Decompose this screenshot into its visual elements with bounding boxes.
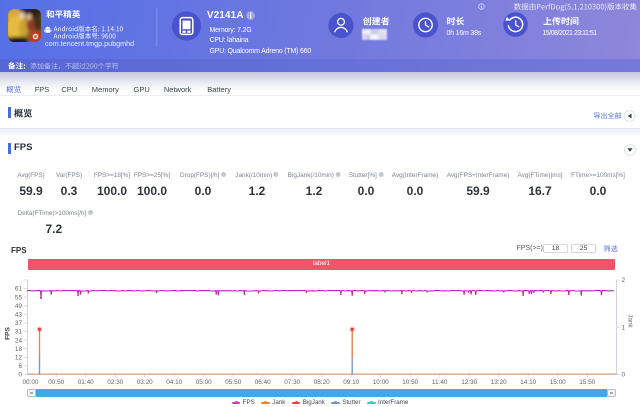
svg-text:31: 31 bbox=[15, 329, 23, 336]
svg-text:Jank: Jank bbox=[627, 314, 634, 328]
svg-text:10:50: 10:50 bbox=[402, 379, 418, 386]
svg-text:61: 61 bbox=[15, 286, 23, 293]
svg-text:13:20: 13:20 bbox=[491, 379, 507, 386]
svg-text:12:30: 12:30 bbox=[461, 379, 477, 386]
svg-text:05:00: 05:00 bbox=[196, 379, 212, 386]
svg-text:FPS: FPS bbox=[5, 326, 12, 339]
svg-text:6: 6 bbox=[18, 363, 22, 370]
svg-text:0: 0 bbox=[18, 372, 22, 379]
svg-text:03:20: 03:20 bbox=[137, 379, 153, 386]
svg-text:05:50: 05:50 bbox=[225, 379, 241, 386]
svg-text:18: 18 bbox=[15, 346, 23, 353]
svg-text:10:00: 10:00 bbox=[373, 379, 389, 386]
svg-text:08:20: 08:20 bbox=[314, 379, 330, 386]
svg-text:14:10: 14:10 bbox=[520, 379, 536, 386]
svg-text:15:50: 15:50 bbox=[579, 379, 595, 386]
svg-text:37: 37 bbox=[15, 320, 23, 327]
svg-text:2: 2 bbox=[622, 277, 626, 284]
svg-text:55: 55 bbox=[15, 294, 23, 301]
svg-text:04:10: 04:10 bbox=[166, 379, 182, 386]
svg-text:12: 12 bbox=[15, 355, 23, 362]
svg-text:1: 1 bbox=[622, 325, 626, 332]
svg-text:49: 49 bbox=[15, 303, 23, 310]
svg-text:07:30: 07:30 bbox=[284, 379, 300, 386]
svg-text:06:40: 06:40 bbox=[255, 379, 271, 386]
svg-text:11:40: 11:40 bbox=[432, 379, 448, 386]
svg-text:43: 43 bbox=[15, 312, 23, 319]
svg-text:0: 0 bbox=[622, 372, 626, 379]
svg-text:00:00: 00:00 bbox=[23, 379, 39, 386]
svg-text:24: 24 bbox=[15, 337, 23, 344]
svg-text:00:50: 00:50 bbox=[48, 379, 64, 386]
svg-text:15:00: 15:00 bbox=[550, 379, 566, 386]
svg-text:01:40: 01:40 bbox=[78, 379, 94, 386]
svg-text:09:10: 09:10 bbox=[343, 379, 359, 386]
svg-text:02:30: 02:30 bbox=[107, 379, 123, 386]
